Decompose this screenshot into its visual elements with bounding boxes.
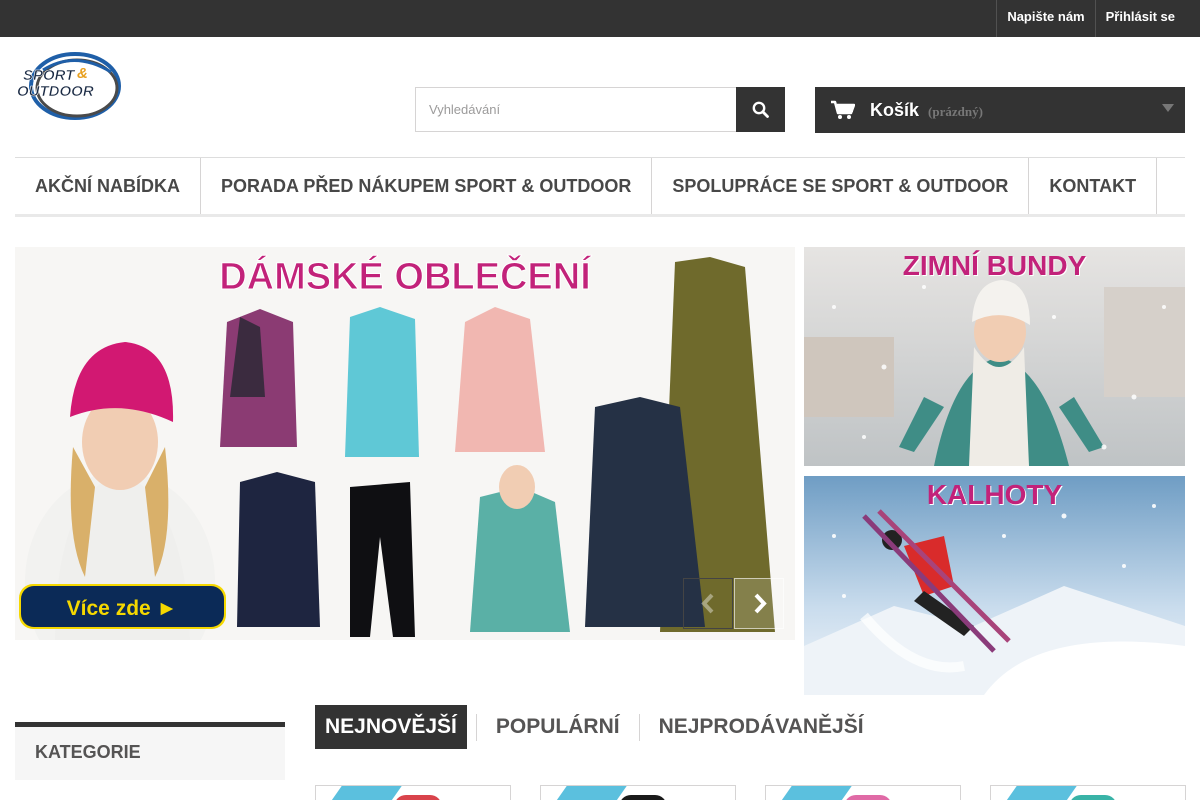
cart-status: (prázdný) [928,103,983,119]
new-ribbon [323,786,405,800]
tab-popular[interactable]: POPULÁRNÍ [486,705,630,749]
product-card[interactable] [765,785,961,800]
contact-link[interactable]: Napište nám [996,0,1094,37]
tab-newest[interactable]: NEJNOVĚJŠÍ [315,705,467,749]
banner-title: KALHOTY [926,479,1063,510]
menu-item-contact[interactable]: KONTAKT [1029,158,1158,214]
search-bar [415,87,785,132]
search-icon [752,101,769,118]
categories-title: KATEGORIE [35,742,141,762]
hero-slider[interactable]: DÁMSKÉ OBLEČENÍ Více zde ► [15,247,795,640]
product-image [1069,795,1117,800]
menu-item-cooperation[interactable]: SPOLUPRÁCE SE SPORT & OUTDOOR [652,158,1030,214]
cart-label: Košík [870,99,920,120]
slider-image: DÁMSKÉ OBLEČENÍ Více zde ► [15,247,795,640]
slider-title: DÁMSKÉ OBLEČENÍ [219,253,592,298]
search-input[interactable] [415,87,736,132]
new-ribbon [548,786,630,800]
product-image [844,795,892,800]
cart-icon [831,100,855,119]
banner-title: ZIMNÍ BUNDY [902,250,1087,281]
site-logo[interactable]: SPORT & OUTDOOR [15,50,125,122]
svg-text:OUTDOOR: OUTDOOR [17,83,94,100]
search-button[interactable] [736,87,785,132]
chevron-right-icon [754,593,767,614]
product-tabs: NEJNOVĚJŠÍ POPULÁRNÍ NEJPRODÁVANĚJŠÍ [315,705,874,749]
product-image [619,795,667,800]
slider-cta-button[interactable]: Více zde ► [19,584,226,629]
new-ribbon [773,786,855,800]
menu-item-sale[interactable]: AKČNÍ NABÍDKA [15,158,201,214]
new-ribbon [998,786,1080,800]
slider-cta-label: Více zde ► [67,597,178,620]
main-menu: AKČNÍ NABÍDKA PORADA PŘED NÁKUPEM SPORT … [15,157,1185,217]
chevron-left-icon [701,593,714,614]
tab-bestsellers[interactable]: NEJPRODÁVANĚJŠÍ [649,705,874,749]
slider-prev-button[interactable] [683,578,733,629]
menu-item-advice[interactable]: PORADA PŘED NÁKUPEM SPORT & OUTDOOR [201,158,653,214]
svg-text:&: & [77,65,88,82]
product-card[interactable] [540,785,736,800]
banner-winter-jackets[interactable]: ZIMNÍ BUNDY [804,247,1185,466]
categories-block: KATEGORIE [15,722,285,780]
top-links: Napište nám Přihlásit se [996,0,1200,37]
top-bar: Napište nám Přihlásit se [0,0,1200,37]
product-image [394,795,442,800]
cart-button[interactable]: Košík (prázdný) [815,87,1185,133]
banner-pants[interactable]: KALHOTY [804,476,1185,695]
product-card[interactable] [990,785,1186,800]
caret-down-icon [1162,104,1174,112]
login-link[interactable]: Přihlásit se [1094,0,1200,37]
tab-divider [638,713,640,741]
svg-text:SPORT: SPORT [23,67,76,84]
tab-divider [475,713,477,741]
product-card[interactable] [315,785,511,800]
slider-next-button[interactable] [734,578,784,629]
